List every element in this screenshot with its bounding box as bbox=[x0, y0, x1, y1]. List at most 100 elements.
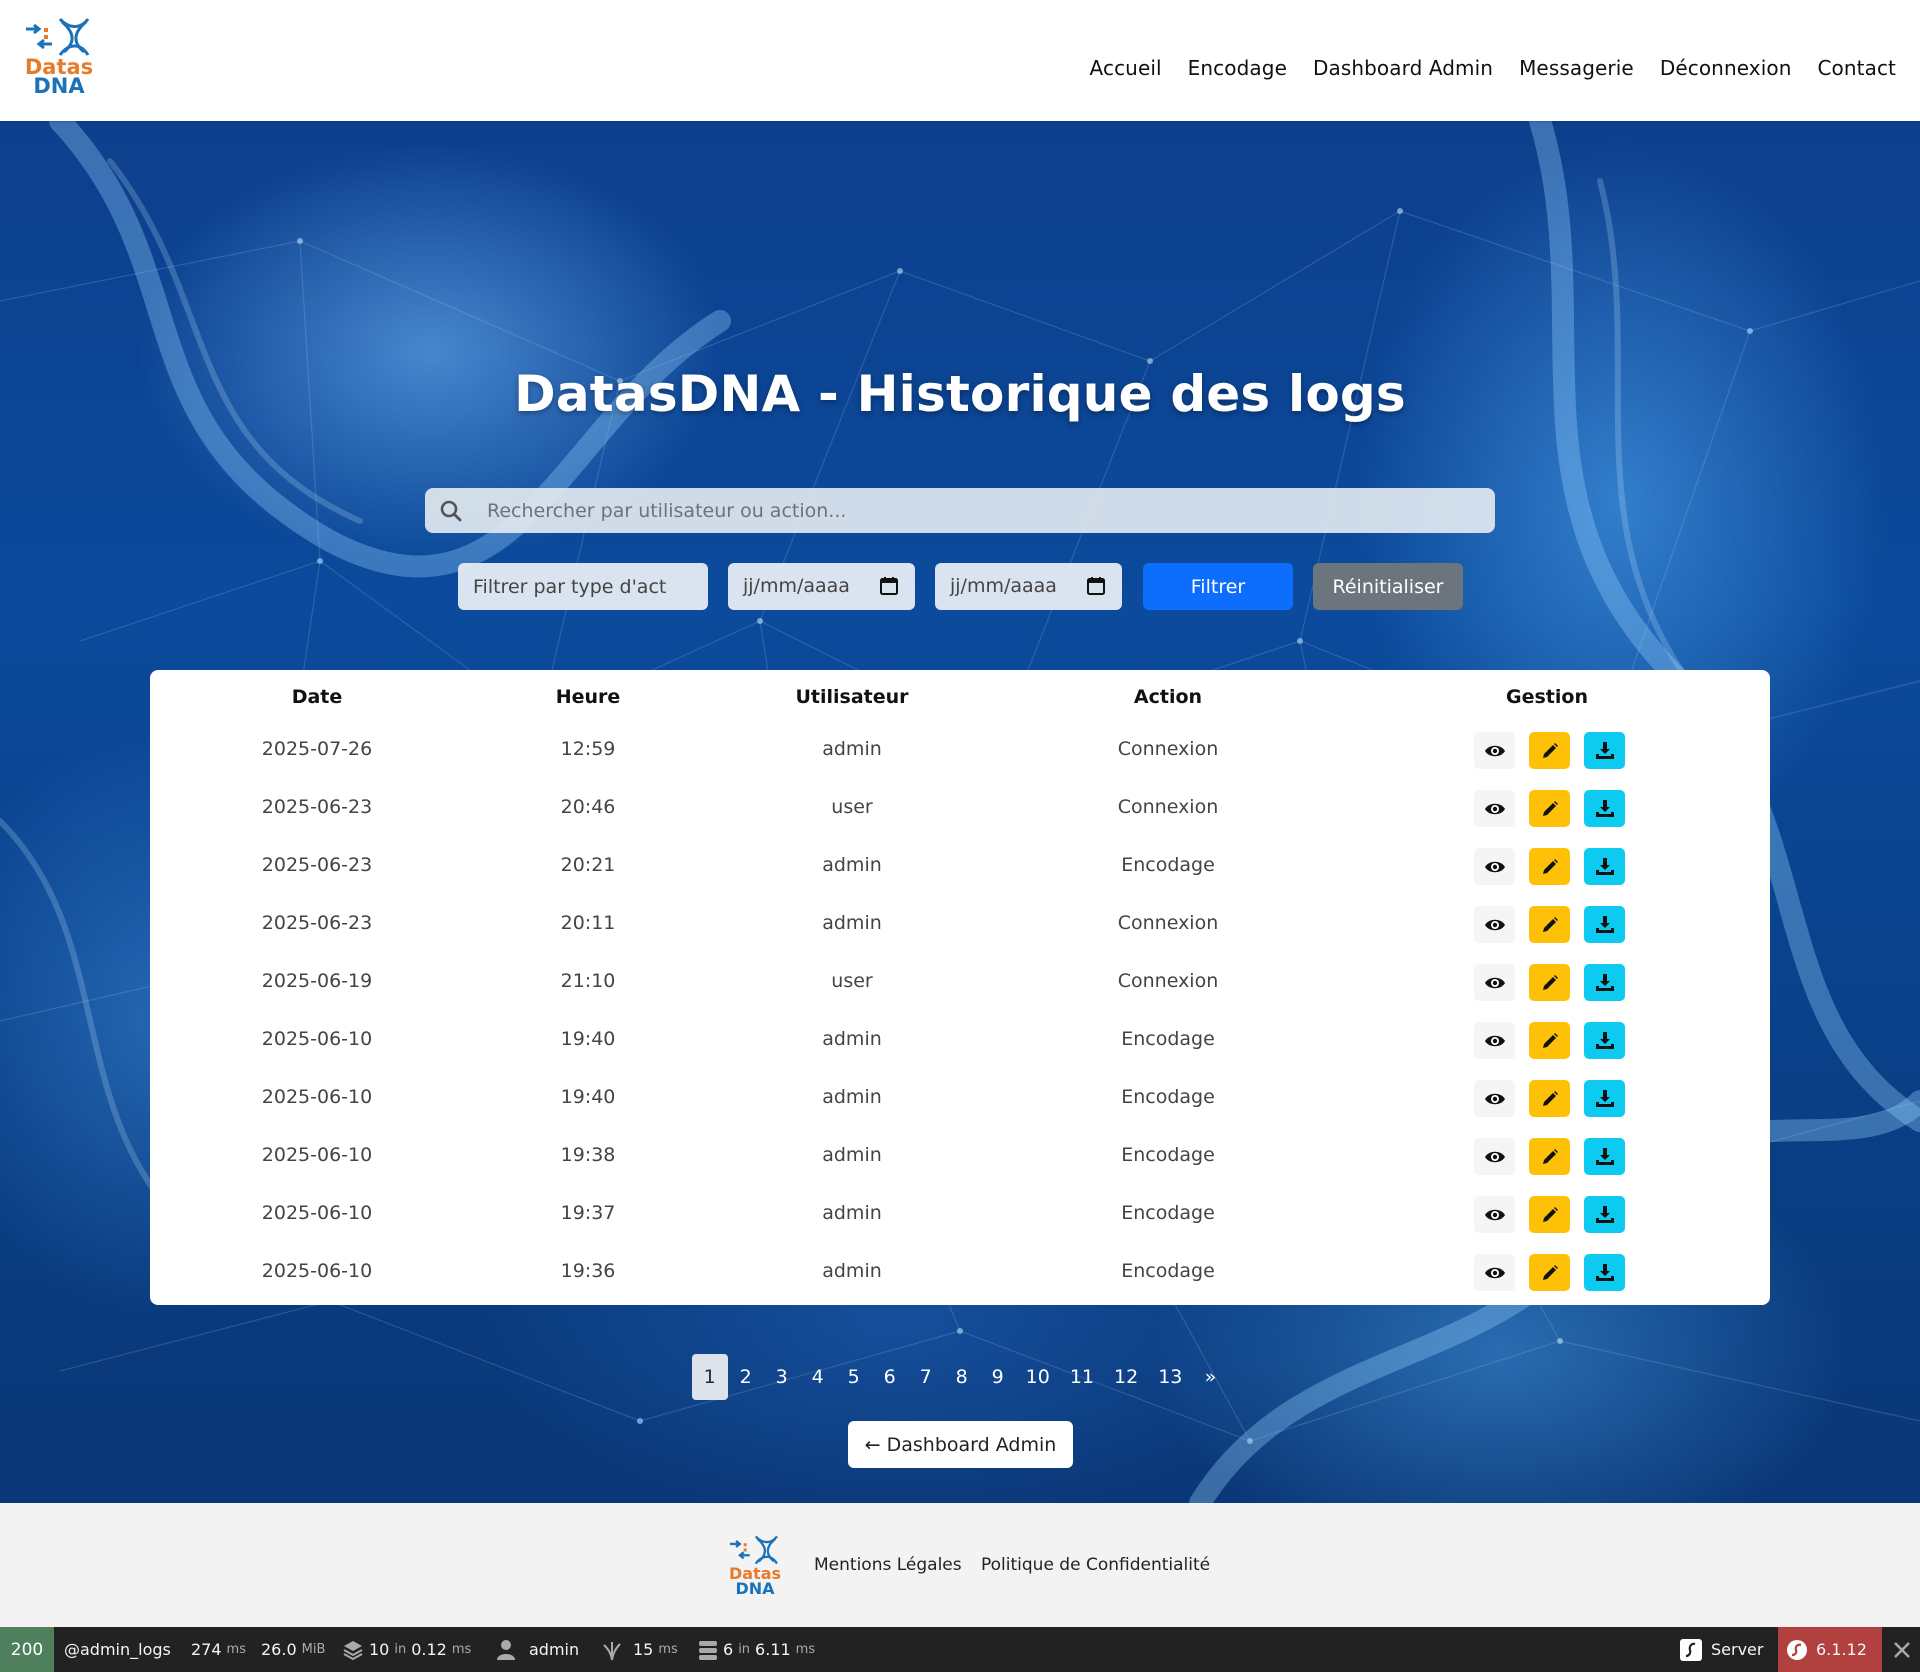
nav-contact[interactable]: Contact bbox=[1817, 56, 1896, 80]
page-link-6[interactable]: 6 bbox=[872, 1354, 908, 1400]
user-icon bbox=[497, 1639, 515, 1660]
twig-panel[interactable]: 15 ms bbox=[602, 1627, 678, 1672]
row-actions bbox=[1474, 906, 1625, 943]
edit-button[interactable] bbox=[1529, 790, 1570, 827]
cell-heure: 19:40 bbox=[560, 1086, 616, 1108]
view-button[interactable] bbox=[1474, 1254, 1515, 1291]
page-link-1[interactable]: 1 bbox=[691, 1354, 728, 1400]
page-link-8[interactable]: 8 bbox=[944, 1354, 980, 1400]
user-name: admin bbox=[529, 1640, 580, 1659]
download-button[interactable] bbox=[1584, 1254, 1625, 1291]
reset-button[interactable]: Réinitialiser bbox=[1313, 563, 1463, 610]
next-page-link[interactable]: » bbox=[1192, 1354, 1228, 1400]
hero-section: DatasDNA - Historique des logs jj/mm/aaa… bbox=[0, 121, 1920, 1503]
download-button[interactable] bbox=[1584, 1196, 1625, 1233]
edit-button[interactable] bbox=[1529, 1022, 1570, 1059]
search-input[interactable] bbox=[487, 488, 1477, 533]
edit-button[interactable] bbox=[1529, 1196, 1570, 1233]
download-button[interactable] bbox=[1584, 732, 1625, 769]
view-button[interactable] bbox=[1474, 848, 1515, 885]
cell-date: 2025-06-23 bbox=[261, 854, 373, 876]
edit-button[interactable] bbox=[1529, 848, 1570, 885]
footer-link-politique-confidentialite[interactable]: Politique de Confidentialité bbox=[981, 1555, 1210, 1575]
date-to-field[interactable]: jj/mm/aaaa bbox=[935, 563, 1122, 610]
view-button[interactable] bbox=[1474, 1196, 1515, 1233]
edit-button[interactable] bbox=[1529, 1254, 1570, 1291]
cell-date: 2025-06-10 bbox=[261, 1260, 373, 1282]
edit-button[interactable] bbox=[1529, 906, 1570, 943]
filter-button[interactable]: Filtrer bbox=[1143, 563, 1293, 610]
calendar-icon[interactable] bbox=[879, 576, 899, 596]
view-button[interactable] bbox=[1474, 1080, 1515, 1117]
footer-link-mentions-legales[interactable]: Mentions Légales bbox=[814, 1555, 962, 1575]
request-time[interactable]: 274 ms bbox=[191, 1627, 246, 1672]
edit-button[interactable] bbox=[1529, 964, 1570, 1001]
page-link-12[interactable]: 12 bbox=[1104, 1354, 1148, 1400]
page-link-4[interactable]: 4 bbox=[800, 1354, 836, 1400]
user-panel[interactable]: admin bbox=[496, 1627, 579, 1672]
memory-usage[interactable]: 26.0 MiB bbox=[261, 1627, 325, 1672]
route-name[interactable]: @admin_logs bbox=[64, 1627, 171, 1672]
datasdna-logo[interactable]: Datas DNA bbox=[22, 16, 96, 102]
logo-text: Datas DNA bbox=[22, 57, 96, 97]
database-icon bbox=[699, 1640, 717, 1660]
eye-icon bbox=[1484, 803, 1505, 814]
page-link-7[interactable]: 7 bbox=[908, 1354, 944, 1400]
date-to-input[interactable]: jj/mm/aaaa bbox=[950, 575, 1057, 597]
cell-action: Encodage bbox=[1121, 1028, 1215, 1050]
close-toolbar-button[interactable] bbox=[1884, 1627, 1920, 1672]
nav-encodage[interactable]: Encodage bbox=[1188, 56, 1287, 80]
page-link-3[interactable]: 3 bbox=[764, 1354, 800, 1400]
download-button[interactable] bbox=[1584, 1080, 1625, 1117]
dna-logo-icon bbox=[26, 17, 90, 56]
view-button[interactable] bbox=[1474, 790, 1515, 827]
download-button[interactable] bbox=[1584, 790, 1625, 827]
download-button[interactable] bbox=[1584, 848, 1625, 885]
nav-messagerie[interactable]: Messagerie bbox=[1519, 56, 1634, 80]
nav-accueil[interactable]: Accueil bbox=[1090, 56, 1162, 80]
db-count: 6 bbox=[723, 1640, 734, 1659]
edit-button[interactable] bbox=[1529, 732, 1570, 769]
table-row: 2025-06-23 20:11 admin Connexion bbox=[150, 896, 1770, 954]
edit-button[interactable] bbox=[1529, 1138, 1570, 1175]
view-button[interactable] bbox=[1474, 906, 1515, 943]
download-icon bbox=[1595, 1089, 1614, 1107]
view-button[interactable] bbox=[1474, 1138, 1515, 1175]
page-link-11[interactable]: 11 bbox=[1060, 1354, 1104, 1400]
server-panel[interactable]: Server bbox=[1680, 1627, 1763, 1672]
download-button[interactable] bbox=[1584, 1138, 1625, 1175]
filter-type-input[interactable] bbox=[458, 563, 708, 610]
db-time: 6.11 bbox=[755, 1640, 791, 1659]
database-panel[interactable]: 6 in 6.11 ms bbox=[698, 1627, 815, 1672]
download-button[interactable] bbox=[1584, 906, 1625, 943]
download-button[interactable] bbox=[1584, 964, 1625, 1001]
download-button[interactable] bbox=[1584, 1022, 1625, 1059]
download-icon bbox=[1595, 1031, 1614, 1049]
download-icon bbox=[1595, 915, 1614, 933]
page-link-9[interactable]: 9 bbox=[980, 1354, 1016, 1400]
date-from-field[interactable]: jj/mm/aaaa bbox=[728, 563, 915, 610]
footer-logo[interactable]: Datas DNA bbox=[727, 1534, 783, 1598]
cell-heure: 20:21 bbox=[560, 854, 616, 876]
cell-action: Encodage bbox=[1121, 1202, 1215, 1224]
edit-button[interactable] bbox=[1529, 1080, 1570, 1117]
cell-heure: 20:46 bbox=[560, 796, 616, 818]
page-link-5[interactable]: 5 bbox=[836, 1354, 872, 1400]
nav-dashboard-admin[interactable]: Dashboard Admin bbox=[1313, 56, 1493, 80]
pencil-icon bbox=[1542, 916, 1558, 932]
page-link-10[interactable]: 10 bbox=[1016, 1354, 1060, 1400]
view-button[interactable] bbox=[1474, 1022, 1515, 1059]
cache-panel[interactable]: 10 in 0.12 ms bbox=[342, 1627, 471, 1672]
page-link-13[interactable]: 13 bbox=[1148, 1354, 1192, 1400]
page-link-2[interactable]: 2 bbox=[728, 1354, 764, 1400]
back-to-dashboard-button[interactable]: ← Dashboard Admin bbox=[848, 1421, 1073, 1468]
view-button[interactable] bbox=[1474, 964, 1515, 1001]
status-code-badge[interactable]: 200 bbox=[0, 1627, 54, 1672]
view-button[interactable] bbox=[1474, 732, 1515, 769]
table-header: Date Heure Utilisateur Action Gestion bbox=[150, 670, 1770, 722]
calendar-icon[interactable] bbox=[1086, 576, 1106, 596]
symfony-version[interactable]: 6.1.12 bbox=[1778, 1627, 1882, 1672]
eye-icon bbox=[1484, 1093, 1505, 1104]
nav-deconnexion[interactable]: Déconnexion bbox=[1660, 56, 1792, 80]
date-from-input[interactable]: jj/mm/aaaa bbox=[743, 575, 850, 597]
